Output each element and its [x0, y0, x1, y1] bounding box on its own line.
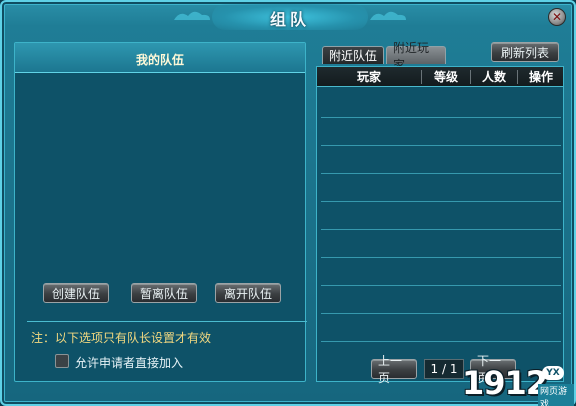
table-row[interactable]	[321, 229, 561, 230]
column-members: 人数	[481, 70, 506, 84]
close-button[interactable]: ✕	[548, 8, 566, 26]
close-icon: ✕	[551, 10, 563, 24]
leave-team-button[interactable]: 离开队伍	[215, 283, 281, 303]
table-row[interactable]	[321, 313, 561, 314]
create-team-button[interactable]: 创建队伍	[43, 283, 109, 303]
prev-page-button[interactable]: 上一页	[371, 354, 417, 385]
auto-accept-checkbox[interactable]	[55, 354, 69, 368]
site-watermark-logo: 1912 YX 网页游戏	[462, 364, 574, 406]
refresh-list-button[interactable]: 刷新列表	[491, 42, 559, 62]
column-level: 等级	[433, 70, 458, 84]
table-header: 玩家 等级 人数 操作	[317, 67, 563, 87]
watermark-sub: 网页游戏	[538, 384, 574, 406]
window-title: 组队	[269, 10, 310, 29]
table-row[interactable]	[321, 145, 561, 146]
tab-nearby-players[interactable]: 附近玩家	[386, 41, 446, 72]
auto-accept-label: 允许申请者直接加入	[75, 356, 184, 370]
page-indicator: 1 / 1	[424, 359, 464, 379]
my-team-panel: 我的队伍 创建队伍 暂离队伍 离开队伍 注：以下选项只有队长设置才有效 允许申请…	[14, 42, 307, 382]
leader-setting-note: 注：以下选项只有队长设置才有效	[31, 331, 212, 345]
team-window: 组队 ✕ 我的队伍 创建队伍 暂离队伍 离开队伍 注：以下选项只有队长设置才有效…	[0, 0, 576, 406]
table-row[interactable]	[321, 201, 561, 202]
temp-leave-team-button[interactable]: 暂离队伍	[131, 283, 197, 303]
table-row[interactable]	[321, 173, 561, 174]
tab-nearby-teams[interactable]: 附近队伍	[322, 46, 384, 64]
nearby-table: 玩家 等级 人数 操作	[316, 66, 564, 382]
title-bar: 组队 ✕	[2, 2, 574, 36]
my-team-header: 我的队伍	[15, 43, 305, 73]
watermark-badge: YX	[542, 366, 564, 380]
table-row[interactable]	[321, 117, 561, 118]
left-divider	[27, 321, 307, 322]
table-row[interactable]	[321, 341, 561, 342]
column-player: 玩家	[356, 70, 381, 84]
team-action-row: 创建队伍 暂离队伍 离开队伍	[43, 283, 293, 305]
table-row[interactable]	[321, 285, 561, 286]
table-row[interactable]	[321, 257, 561, 258]
watermark-number: 1912	[462, 364, 548, 402]
my-team-title: 我的队伍	[135, 53, 184, 67]
column-action: 操作	[528, 70, 553, 84]
